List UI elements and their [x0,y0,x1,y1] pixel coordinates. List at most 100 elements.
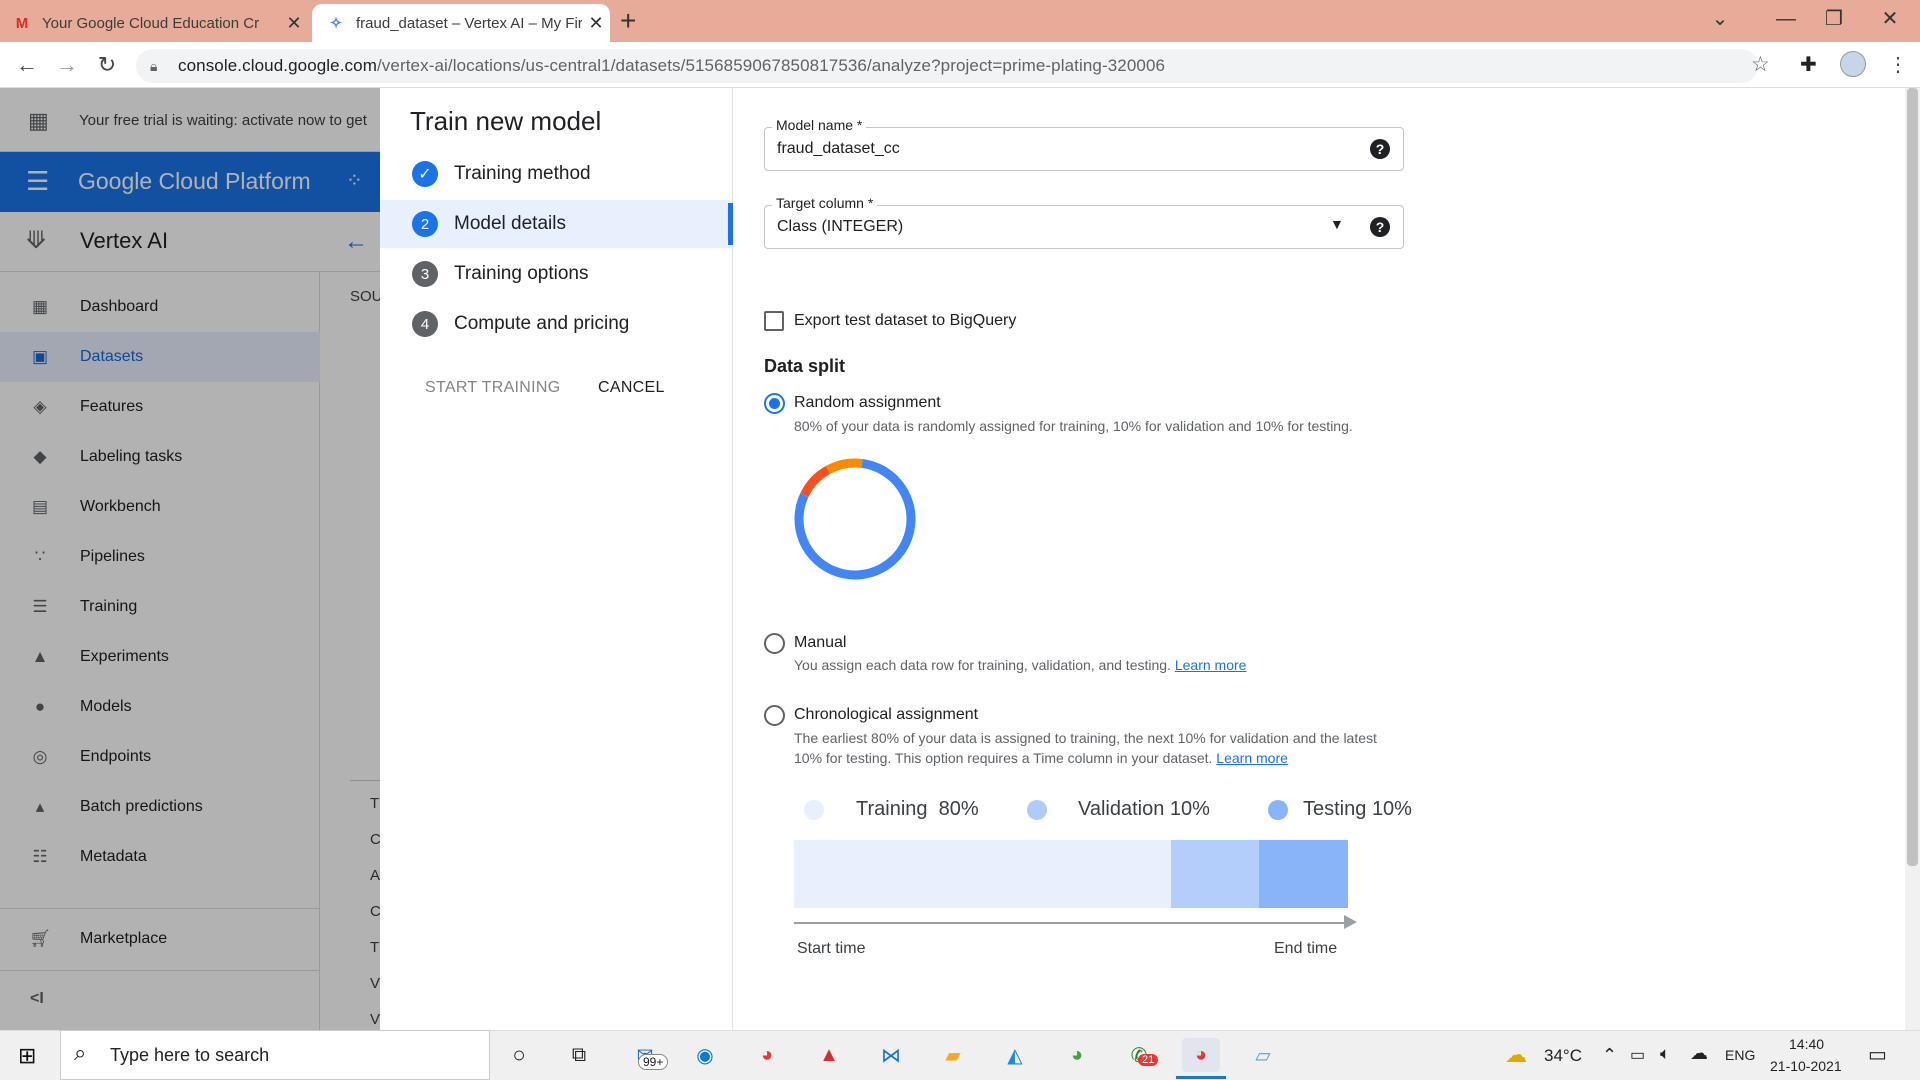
random-assignment-description: 80% of your data is randomly assigned fo… [794,418,1353,434]
step-training-options[interactable]: 3 Training options [380,250,733,298]
close-tab-icon[interactable]: ✕ [280,13,308,34]
legend-label: Validation [1078,798,1165,820]
legend-pct: 10% [1371,798,1412,820]
new-tab-button[interactable]: + [620,6,636,36]
manual-description: You assign each data row for training, v… [794,655,1246,675]
timeline-segment-training [794,840,1171,908]
search-icon: ⌕ [74,1040,87,1065]
legend-training: Training 80% [856,798,979,821]
step-model-details[interactable]: 2 Model details [380,200,733,248]
minimize-icon[interactable]: — [1766,4,1806,34]
learn-more-link[interactable]: Learn more [1216,750,1288,766]
donut-slice-validation [800,465,831,498]
chrono-desc-text: 10% for testing. This option requires a … [794,750,1213,766]
step-label: Training options [454,263,589,284]
step-label: Training method [454,163,591,184]
legend-pct: 80% [938,798,979,820]
legend-testing: Testing 10% [1303,798,1412,821]
help-icon[interactable]: ? [1370,139,1390,159]
input-language[interactable]: ENG [1725,1047,1755,1063]
timeline-bar [794,840,1348,908]
legend-dot-validation [1027,800,1047,820]
step-number: 4 [412,311,438,337]
battery-icon[interactable]: ▭ [1630,1045,1645,1065]
forward-arrow-icon[interactable]: → [52,50,82,80]
tab-title: fraud_dataset – Vertex AI – My Fir [356,14,582,32]
random-assignment-label: Random assignment [794,394,941,411]
tab-gmail[interactable]: M Your Google Cloud Education Cr ✕ [12,4,308,42]
dropdown-arrow-icon[interactable]: ▼ [1330,216,1344,232]
learn-more-link[interactable]: Learn more [1175,657,1247,673]
mail-badge: 99+ [638,1054,669,1070]
random-assignment-radio[interactable] [764,393,785,414]
modal-scrim [0,88,380,1030]
back-arrow-icon[interactable]: ← [12,50,42,80]
chrome-menu-icon[interactable]: ⋮ [1888,52,1908,77]
onedrive-icon[interactable]: ☁ [1690,1043,1708,1064]
close-tab-icon[interactable]: ✕ [582,13,610,34]
export-bigquery-label: Export test dataset to BigQuery [794,312,1017,329]
export-bigquery-checkbox[interactable] [764,311,784,331]
clock-date[interactable]: 21-10-2021 [1770,1058,1842,1074]
target-column-value[interactable]: Class (INTEGER) [777,218,903,236]
file-explorer-icon[interactable]: ▰ [934,1038,972,1072]
weather-icon[interactable]: ☁ [1505,1042,1527,1068]
step-training-method[interactable]: ✓ Training method [380,150,733,198]
cancel-button[interactable]: CANCEL [598,379,665,397]
lock-icon: 🔒︎ [150,58,158,74]
url-text[interactable]: console.cloud.google.com/vertex-ai/locat… [178,56,1165,76]
model-name-value[interactable]: fraud_dataset_cc [777,140,900,158]
url-path: /vertex-ai/locations/us-central1/dataset… [376,56,1166,75]
step-compute-and-pricing[interactable]: 4 Compute and pricing [380,300,733,348]
task-view-icon[interactable]: ⧉ [560,1038,598,1072]
chrome-icon[interactable]: ◕ [748,1038,786,1072]
timeline-segment-validation [1170,840,1260,908]
timeline-segment-testing [1259,840,1348,908]
notifications-icon[interactable]: ▭ [1868,1042,1887,1067]
model-name-label: Model name * [772,117,867,133]
chronological-radio[interactable] [764,705,785,726]
restore-icon[interactable]: ❐ [1814,4,1854,34]
tray-overflow-icon[interactable]: ⌃ [1602,1045,1617,1066]
start-training-button[interactable]: START TRAINING [425,379,560,397]
reload-icon[interactable]: ↻ [92,50,122,80]
active-app-indicator [1176,1076,1226,1079]
whatsapp-badge: 21 [1138,1054,1159,1066]
vscode-icon[interactable]: ⋈ [872,1038,910,1072]
data-split-title: Data split [764,356,846,376]
scrollbar-thumb[interactable] [1907,88,1918,866]
bookmark-star-icon[interactable]: ☆ [1751,52,1770,77]
tab-vertex-ai[interactable]: ✧ fraud_dataset – Vertex AI – My Fir ✕ [312,4,610,42]
legend-validation: Validation 10% [1078,798,1210,821]
split-donut-chart [794,458,916,580]
profile-avatar[interactable] [1840,51,1866,77]
help-icon[interactable]: ? [1370,217,1390,237]
extensions-puzzle-icon[interactable]: ✚ [1800,52,1817,77]
windows-start-icon[interactable]: ⊞ [18,1043,36,1069]
cortana-icon[interactable]: ○ [500,1038,538,1072]
temperature[interactable]: 34°C [1544,1046,1582,1066]
edge-browser-icon[interactable]: ◉ [686,1038,724,1072]
legend-dot-training [804,800,824,820]
legend-label: Training [856,798,928,820]
end-time-label: End time [1274,940,1338,957]
step-label: Model details [454,213,566,234]
chrome-active-icon[interactable]: ◕ [1182,1038,1220,1072]
snipping-tool-icon[interactable]: ◭ [996,1038,1034,1072]
clock-time[interactable]: 14:40 [1789,1036,1824,1052]
volume-icon[interactable]: 🔈︎ [1660,1044,1670,1064]
chronological-description-line1: The earliest 80% of your data is assigne… [794,730,1377,746]
chrome-profile-icon[interactable]: ◕ [1058,1038,1096,1072]
tab-search-chevron-icon[interactable]: ⌄ [1700,4,1740,34]
manual-radio[interactable] [764,633,785,654]
acrobat-icon[interactable]: ▲ [810,1038,848,1072]
step-number: 3 [412,261,438,287]
start-time-label: Start time [797,940,866,957]
taskbar-search-placeholder[interactable]: Type here to search [110,1045,269,1066]
gmail-icon: M [15,14,29,32]
dialog-title: Train new model [410,106,602,136]
step-check-icon: ✓ [412,161,438,187]
donut-slice-testing [825,458,863,474]
notepad-icon[interactable]: ▱ [1244,1038,1282,1072]
close-window-icon[interactable]: ✕ [1870,4,1910,34]
